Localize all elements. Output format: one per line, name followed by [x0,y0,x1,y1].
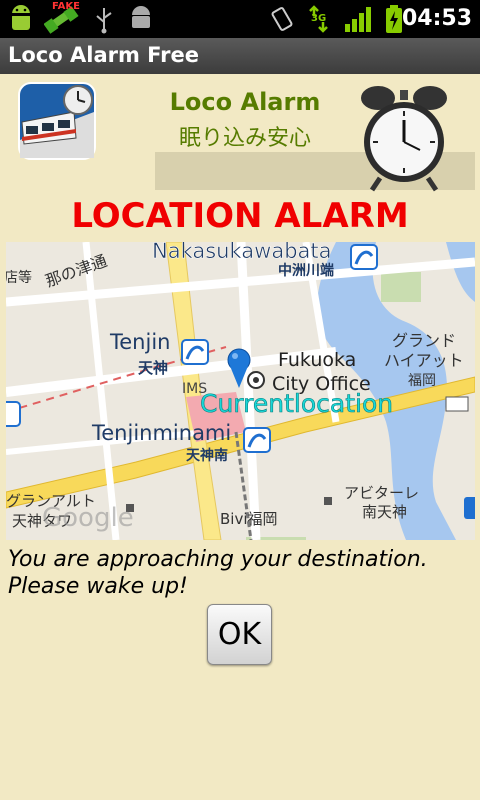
map-label-nakasukawabata: Nakasukawabata [152,242,332,263]
fake-label: FAKE [52,1,81,12]
status-time: 04:53 [401,6,472,31]
map-label-tenjin-jp: 天神 [138,359,168,377]
map-label-grand-hyatt-2: ハイアット [384,351,464,370]
map-label-grand-hyatt-1: グランド [392,331,456,350]
alarm-heading: LOCATION ALARM [71,196,409,236]
usb-icon [96,8,112,34]
map-label-tenjinminami-jp: 天神南 [186,447,228,464]
title-bar: Loco Alarm Free [0,38,480,75]
map-label-fukuoka: Fukuoka [278,349,356,371]
map-label-tenjin: Tenjin [109,330,170,354]
current-location-label: Currentlocation [200,389,393,418]
header-title: Loco Alarm [169,88,321,116]
vibrate-icon [271,7,293,31]
subway-icon-tenjin [181,339,209,365]
google-logo: Google [42,503,134,533]
alarm-message: You are approaching your destination. Pl… [8,546,428,600]
subway-icon-left [6,401,21,427]
map-canvas: Nakasukawabata 中洲川端 那の津通 店等 Tenjin 天神 IM… [6,242,475,540]
map-label-bivi: Bivi福岡 [220,510,278,528]
subway-icon-nakasukawabata [350,244,378,270]
app-header: Loco Alarm 眠り込み安心 [0,74,480,200]
map-label-abitare: アビターレ [344,484,419,502]
android-icon [132,6,150,28]
map-label-minami-tenjin: 南天神 [362,503,407,521]
map-label-grand-hyatt-3: 福岡 [408,373,436,389]
status-bar: FAKE 3G 04:53 [0,0,480,38]
app-title: Loco Alarm Free [8,43,200,67]
alarm-clock-icon [361,86,447,192]
map-label-tenjinminami: Tenjinminami [91,421,231,445]
alarm-message-line2: Please wake up! [8,574,188,599]
signal-strength-icon [345,7,371,32]
map-label-hakata: 店等 [6,269,32,286]
map-view[interactable]: Nakasukawabata 中洲川端 那の津通 店等 Tenjin 天神 IM… [6,242,475,540]
subway-icon-tenjinminami [243,427,271,453]
ok-button[interactable]: OK [207,604,272,665]
alarm-message-line1: You are approaching your destination. [8,547,428,572]
map-label-nakasukawabata-jp: 中洲川端 [278,262,334,279]
app-icon [18,82,96,160]
header-subtitle: 眠り込み安心 [178,126,311,151]
android-debug-icon [12,5,30,30]
network-type: 3G [311,13,327,24]
